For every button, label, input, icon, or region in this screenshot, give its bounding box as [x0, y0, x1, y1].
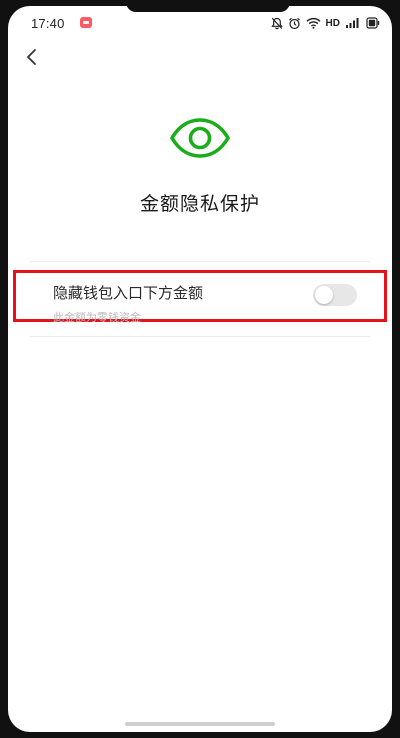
back-button[interactable]	[20, 44, 44, 70]
chevron-left-icon	[27, 49, 36, 65]
hide-amount-toggle[interactable]	[313, 284, 357, 306]
status-icons: HD	[270, 15, 380, 31]
alarm-clock-icon	[288, 17, 301, 30]
status-bar: 17:40 HD	[8, 6, 392, 40]
eye-icon	[168, 116, 232, 160]
setting-label: 隐藏钱包入口下方金额	[53, 284, 204, 302]
wifi-icon	[306, 17, 321, 29]
phone-screen: 17:40 HD 金额隐私保护 隐藏钱包入口下方金额 此金额为零钱资金	[8, 6, 392, 732]
status-time: 17:40	[31, 16, 65, 31]
battery-icon	[366, 17, 380, 29]
divider	[30, 336, 370, 337]
notification-app-icon	[80, 17, 92, 28]
toggle-knob	[315, 286, 333, 304]
signal-strength-icon	[345, 17, 361, 29]
page-title: 金额隐私保护	[139, 193, 260, 215]
divider	[30, 261, 370, 262]
setting-hint: 此金额为零钱资金	[53, 311, 141, 324]
network-type-label: HD	[325, 17, 340, 29]
home-indicator[interactable]	[125, 722, 275, 726]
hide-amount-setting-row: 隐藏钱包入口下方金额 此金额为零钱资金	[13, 270, 387, 324]
mute-bell-icon	[270, 17, 283, 30]
